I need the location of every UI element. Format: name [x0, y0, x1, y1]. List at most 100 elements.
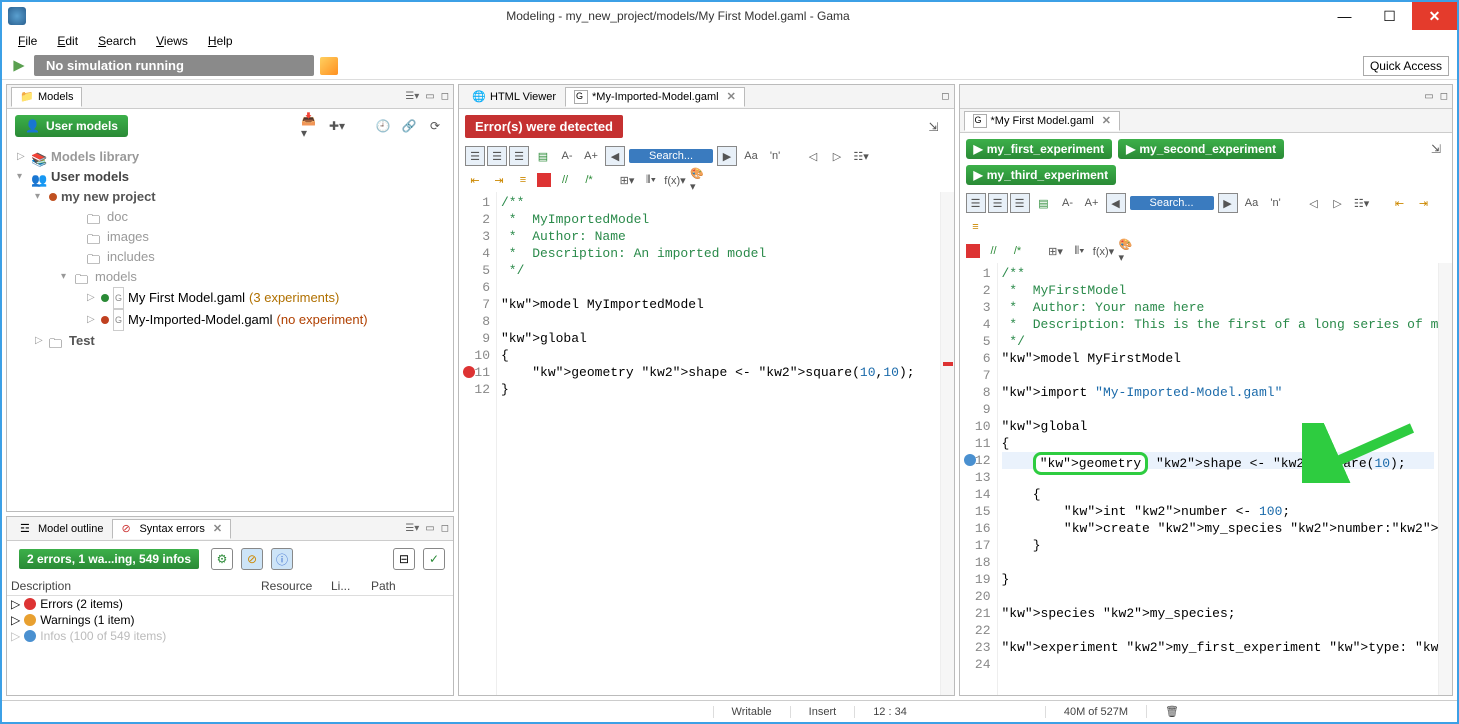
font-dec-icon[interactable]: A- [557, 146, 577, 166]
first-model-tab[interactable]: G*My First Model.gaml✕ [964, 111, 1121, 131]
next-icon[interactable]: ▶ [1218, 193, 1238, 213]
tree-file[interactable]: ▷GMy First Model.gaml (3 experiments) [13, 287, 447, 309]
add-icon[interactable]: ⊞▾ [617, 170, 637, 190]
link-icon[interactable]: 🔗 [399, 116, 419, 136]
collapse-icon[interactable]: ⇲ [1426, 139, 1446, 159]
comment-line-icon[interactable]: // [555, 170, 575, 190]
refresh-icon[interactable]: ⟳ [425, 116, 445, 136]
bookmark-icon[interactable]: ☷▾ [1352, 193, 1372, 213]
col-path[interactable]: Path [371, 579, 449, 593]
view-menu-icon[interactable]: ☰▾ [405, 91, 419, 102]
error-marker[interactable] [943, 362, 953, 366]
nav-fwd-icon[interactable]: ▷ [1328, 193, 1348, 213]
prev-icon[interactable]: ◀ [1106, 193, 1126, 213]
list2-icon[interactable]: ☰ [988, 193, 1008, 213]
minimize-view-icon[interactable]: ▭ [425, 91, 434, 102]
comment-block-icon[interactable]: /* [579, 170, 599, 190]
experiment-button[interactable]: ▶my_third_experiment [966, 165, 1117, 185]
code-editor[interactable]: /** * MyImportedModel * Author: Name * D… [497, 192, 940, 695]
palette-icon[interactable]: 🎨▾ [689, 170, 709, 190]
bookmark-icon[interactable]: ☷▾ [851, 146, 871, 166]
list3-icon[interactable]: ☰ [1010, 193, 1030, 213]
comment-line-icon[interactable]: // [984, 241, 1004, 261]
close-tab-icon[interactable]: ✕ [727, 90, 736, 103]
close-button[interactable]: ✕ [1412, 2, 1457, 30]
minimize-view-icon[interactable]: ▭ [425, 523, 434, 534]
experiment-button[interactable]: ▶my_first_experiment [966, 139, 1113, 159]
menu-edit[interactable]: Edit [49, 32, 86, 50]
indent-right-icon[interactable]: ⇥ [1414, 193, 1434, 213]
edit-indicator-icon[interactable] [320, 57, 338, 75]
maximize-button[interactable]: ☐ [1367, 2, 1412, 30]
nav-back-icon[interactable]: ◁ [1304, 193, 1324, 213]
filter-errors-icon[interactable]: ⚙ [211, 548, 233, 570]
imported-model-tab[interactable]: G*My-Imported-Model.gaml✕ [565, 87, 745, 107]
align-icon[interactable]: ≡ [513, 170, 533, 190]
nav-back-icon[interactable]: ◁ [803, 146, 823, 166]
note-icon[interactable]: ▤ [1034, 193, 1054, 213]
indent-left-icon[interactable]: ⇤ [1390, 193, 1410, 213]
clock-icon[interactable]: 🕘 [373, 116, 393, 136]
columns-icon[interactable]: ⫴▾ [1070, 241, 1090, 261]
tree-file[interactable]: ▷GMy-Imported-Model.gaml (no experiment) [13, 309, 447, 331]
col-description[interactable]: Description [11, 579, 261, 593]
run-icon[interactable] [10, 57, 28, 75]
palette-icon[interactable]: 🎨▾ [1118, 241, 1138, 261]
list-icon[interactable]: ☰ [465, 146, 485, 166]
quick-access-button[interactable]: Quick Access [1363, 56, 1449, 76]
collapse-icon[interactable]: ⊟ [393, 548, 415, 570]
view-menu-icon[interactable]: ☰▾ [405, 523, 419, 534]
menu-views[interactable]: Views [148, 32, 196, 50]
align-icon[interactable]: ≡ [966, 217, 986, 237]
search-input[interactable]: Search... [1130, 196, 1214, 210]
menu-file[interactable]: File [10, 32, 45, 50]
minimize-view-icon[interactable]: ▭ [1424, 91, 1433, 102]
trash-icon[interactable]: 🗑 [1146, 705, 1197, 718]
maximize-view-icon[interactable]: ◻ [941, 91, 949, 102]
experiment-button[interactable]: ▶my_second_experiment [1118, 139, 1284, 159]
minimize-button[interactable]: — [1322, 2, 1367, 30]
maximize-view-icon[interactable]: ◻ [441, 91, 449, 102]
model-outline-tab[interactable]: ☲Model outline [11, 519, 112, 539]
nav-fwd-icon[interactable]: ▷ [827, 146, 847, 166]
next-icon[interactable]: ▶ [717, 146, 737, 166]
list-icon[interactable]: ☰ [966, 193, 986, 213]
project-tree[interactable]: ▷📚Models library ▾👥User models ▾my new p… [7, 143, 453, 511]
new-icon[interactable]: ✚▾ [327, 116, 347, 136]
fx-icon[interactable]: f(x)▾ [1094, 241, 1114, 261]
syntax-errors-tab[interactable]: ⊘Syntax errors✕ [112, 519, 231, 539]
search-input[interactable]: Search... [629, 149, 713, 163]
import-icon[interactable]: 📥▾ [301, 116, 321, 136]
collapse-icon[interactable]: ⇲ [924, 117, 944, 137]
case-icon[interactable]: Aa [741, 146, 761, 166]
check-icon[interactable]: ✓ [423, 548, 445, 570]
columns-icon[interactable]: ⫴▾ [641, 170, 661, 190]
maximize-view-icon[interactable]: ◻ [441, 523, 449, 534]
col-resource[interactable]: Resource [261, 579, 331, 593]
font-inc-icon[interactable]: A+ [1082, 193, 1102, 213]
add-icon[interactable]: ⊞▾ [1046, 241, 1066, 261]
html-viewer-tab[interactable]: 🌐HTML Viewer [463, 87, 565, 107]
menu-help[interactable]: Help [200, 32, 241, 50]
filter-info-icon[interactable]: ⓘ [271, 548, 293, 570]
word-icon[interactable]: 'n' [765, 146, 785, 166]
close-tab-icon[interactable]: ✕ [1102, 114, 1111, 127]
word-icon[interactable]: 'n' [1266, 193, 1286, 213]
models-tab[interactable]: 📁 Models [11, 87, 82, 107]
user-models-button[interactable]: 👤 User models [15, 115, 128, 137]
list3-icon[interactable]: ☰ [509, 146, 529, 166]
indent-right-icon[interactable]: ⇥ [489, 170, 509, 190]
indent-left-icon[interactable]: ⇤ [465, 170, 485, 190]
font-inc-icon[interactable]: A+ [581, 146, 601, 166]
warning-group[interactable]: ▷Warnings (1 item) [7, 612, 453, 628]
note-icon[interactable]: ▤ [533, 146, 553, 166]
color-icon[interactable] [537, 173, 551, 187]
list2-icon[interactable]: ☰ [487, 146, 507, 166]
fx-icon[interactable]: f(x)▾ [665, 170, 685, 190]
prev-icon[interactable]: ◀ [605, 146, 625, 166]
maximize-view-icon[interactable]: ◻ [1440, 91, 1448, 102]
info-group[interactable]: ▷Infos (100 of 549 items) [7, 628, 453, 644]
comment-block-icon[interactable]: /* [1008, 241, 1028, 261]
col-line[interactable]: Li... [331, 579, 371, 593]
color-icon[interactable] [966, 244, 980, 258]
